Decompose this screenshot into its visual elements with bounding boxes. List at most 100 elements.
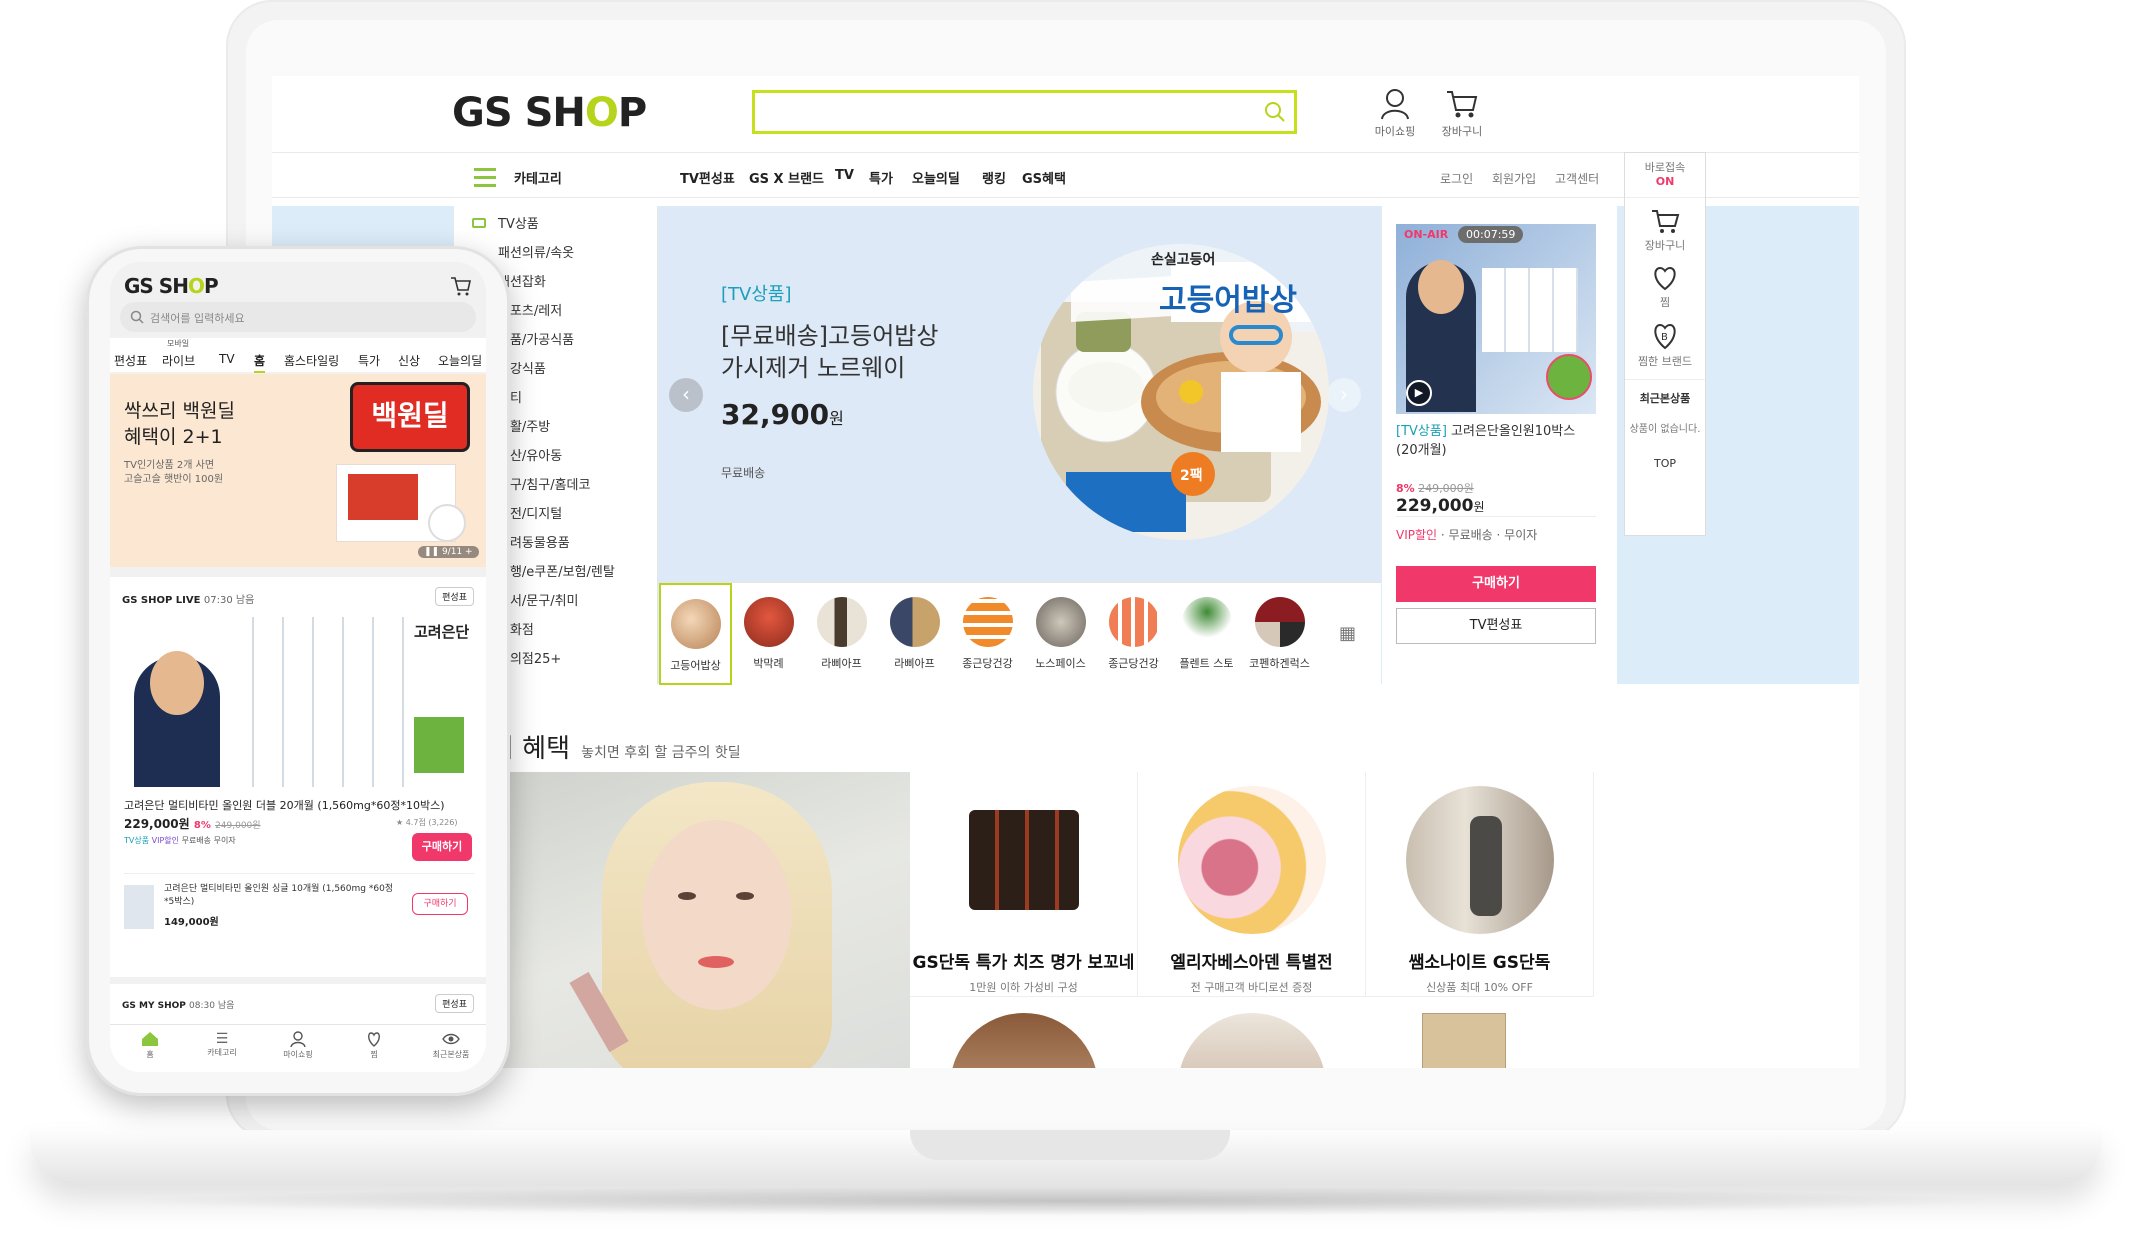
nav-item-gsx[interactable]: GS X 브랜드: [749, 168, 824, 187]
grid-view-icon[interactable]: ▦: [1339, 623, 1356, 644]
product-badges: TV상품 VIP할인 무료배송 무이자: [124, 836, 236, 845]
cart-icon: [1652, 210, 1680, 233]
mobile-live-card: GS SHOP LIVE 07:30 남음 편성표 고려은단 고려은단 멀티비타…: [110, 577, 486, 977]
desktop-screen: GS SHOP 마이쇼핑 장바구니 카테고리 TV편성표 GS X 브랜드 TV…: [272, 76, 1859, 1068]
chevron-right-icon[interactable]: ›: [1327, 378, 1361, 412]
live-product-price: 229,000원 8% 249,000원: [124, 817, 261, 831]
mobile-tab[interactable]: TV: [219, 352, 235, 366]
eye-icon: [442, 1033, 460, 1045]
deal-tile[interactable]: 쌤소나이트 GS단독 신상품 최대 10% OFF: [1366, 772, 1594, 997]
heart-icon: [1654, 266, 1676, 291]
deal-tile[interactable]: GS단독 특가 치즈 명가 보꼬네 1만원 이하 가성비 구성: [910, 772, 1138, 997]
nav-item-tv[interactable]: TV: [835, 168, 854, 183]
nav-item-benefit[interactable]: GS혜택: [1022, 168, 1066, 187]
gs-shop-logo[interactable]: GS SHOP: [452, 90, 647, 136]
menu-icon[interactable]: [474, 168, 496, 187]
category-button[interactable]: 카테고리: [514, 168, 562, 187]
sub-product-thumb[interactable]: [124, 885, 154, 929]
cart-button[interactable]: 장바구니: [1427, 88, 1497, 139]
tv-icon: [472, 218, 486, 228]
mobile-tab-sup: 모바일: [167, 339, 190, 348]
mobile-logo[interactable]: GS SHOP: [124, 274, 219, 298]
nav-item-todaydeal[interactable]: 오늘의딜: [912, 168, 960, 187]
chevron-left-icon[interactable]: ‹: [669, 378, 703, 412]
live-video[interactable]: ▶: [1396, 224, 1596, 414]
search-input[interactable]: [752, 90, 1297, 134]
schedule-button[interactable]: 편성표: [435, 587, 474, 606]
banner-sub-2: 고슬고슬 햇반이 100원: [124, 474, 224, 485]
live-brand: GS SHOP LIVE 07:30 남음: [122, 595, 255, 606]
mobile-promo-banner[interactable]: 싹쓰리 백원딜 혜택이 2+1 TV인기상품 2개 사면 고슬고슬 햇반이 10…: [110, 374, 486, 567]
buy-button[interactable]: 구매하기: [1396, 566, 1596, 602]
home-icon: [142, 1032, 158, 1046]
heart-icon: [368, 1032, 380, 1047]
mobile-tab[interactable]: 편성표: [114, 352, 147, 369]
thumbnail-item[interactable]: 라삐아프: [805, 583, 878, 685]
mobile-tab[interactable]: 오늘의딜: [438, 352, 482, 369]
mobile-buy-button[interactable]: 구매하기: [412, 833, 472, 861]
mobile-tab[interactable]: 홈스타일링: [284, 352, 339, 369]
thumbnail-item[interactable]: 종근당건강: [1097, 583, 1170, 685]
sub-product-title[interactable]: 고려은단 멀티비타민 올인원 싱글 10개월 (1,560mg *60정*5박스…: [164, 883, 394, 909]
banner-pager[interactable]: ❚❚ 9/11 +: [418, 546, 479, 558]
quick-cart[interactable]: 장바구니: [1625, 208, 1705, 253]
myshop-brand: GS MY SHOP 08:30 남음: [122, 1001, 235, 1011]
hero-banner[interactable]: [TV상품] [무료배송]고등어밥상 가시제거 노르웨이 32,900원 무료배…: [659, 206, 1381, 582]
mypage-button[interactable]: 마이쇼핑: [1360, 88, 1430, 139]
laptop-shadow: [120, 1186, 2010, 1216]
mobile-tab-active[interactable]: 홈: [254, 352, 266, 373]
hero-shipping: 무료배송: [721, 466, 766, 480]
live-product-brand: 고려은단: [414, 623, 470, 641]
bottom-nav-wish[interactable]: 찜: [354, 1031, 394, 1060]
live-price-orig: 8% 249,000원: [1396, 482, 1474, 495]
deal-tile-title: GS단독 특가 치즈 명가 보꼬네: [912, 953, 1135, 973]
schedule-button[interactable]: 편성표: [435, 994, 474, 1013]
mobile-search-input[interactable]: 검색어를 입력하세요: [120, 302, 476, 332]
recent-empty: 상품이 없습니다.: [1629, 424, 1701, 435]
support-link[interactable]: 고객센터: [1555, 170, 1599, 187]
thumbnail-item[interactable]: 플렌트 스토: [1170, 583, 1243, 685]
mobile-tab[interactable]: 특가: [358, 352, 380, 369]
live-product-image[interactable]: 고려은단: [124, 617, 474, 787]
bottom-nav-mypage[interactable]: 마이쇼핑: [278, 1031, 318, 1060]
live-product-title[interactable]: 고려은단 멀티비타민 올인원 더블 20개월 (1,560mg*60정*10박스…: [124, 797, 474, 813]
thumbnail-item[interactable]: 라삐아프: [878, 583, 951, 685]
hero-product-image: 고등어밥상 손실고등어 2팩: [1033, 244, 1329, 540]
signup-link[interactable]: 회원가입: [1492, 170, 1536, 187]
hero-badge: 2팩: [1180, 467, 1203, 484]
bottom-nav-recent[interactable]: 최근본상품: [426, 1031, 476, 1060]
deal-tile[interactable]: 엘리자베스아덴 특별전 전 구매고객 바디로션 증정: [1138, 772, 1366, 997]
mobile-tab[interactable]: 신상: [398, 352, 420, 369]
promo-banner-image[interactable]: [490, 772, 910, 1068]
mobile-tab[interactable]: 라이브: [162, 352, 195, 369]
cart-label: 장바구니: [1441, 125, 1483, 138]
thumbnail-item[interactable]: 박막례: [732, 583, 805, 685]
search-icon[interactable]: [1264, 101, 1286, 123]
hero-title-2: 가시제거 노르웨이: [721, 354, 906, 382]
login-link[interactable]: 로그인: [1440, 170, 1473, 187]
live-price: 229,000원: [1396, 496, 1485, 516]
mobile-screen: GS SHOP 검색어를 입력하세요 편성표 모바일 라이브 TV 홈 홈스타일…: [110, 262, 486, 1072]
play-icon[interactable]: ▶: [1406, 380, 1432, 406]
hero-thumbnail-strip: 고등어밥상 박막례 라삐아프 라삐아프 종근당건강 노스페이스 종근당건강 플렌…: [659, 582, 1381, 685]
direct-access[interactable]: 바로접속 ON: [1625, 161, 1705, 189]
thumbnail-item[interactable]: 고등어밥상: [659, 583, 732, 685]
hero-price: 32,900원: [721, 398, 844, 431]
user-icon: [290, 1031, 306, 1048]
nav-item-schedule[interactable]: TV편성표: [680, 168, 735, 187]
thumbnail-item[interactable]: 종근당건강: [951, 583, 1024, 685]
quick-wish[interactable]: 찜: [1625, 265, 1705, 310]
live-title[interactable]: [TV상품] 고려은단올인원10박스(20개월): [1396, 422, 1596, 460]
tv-schedule-button[interactable]: TV편성표: [1396, 608, 1596, 644]
thumbnail-item[interactable]: 코펜하겐럭스: [1243, 583, 1316, 685]
sub-buy-button[interactable]: 구매하기: [412, 893, 468, 915]
thumbnail-item[interactable]: 노스페이스: [1024, 583, 1097, 685]
mobile-cart-icon[interactable]: [450, 276, 472, 296]
top-button[interactable]: TOP: [1625, 457, 1705, 470]
bottom-nav-category[interactable]: ☰ 카테고리: [202, 1031, 242, 1058]
menu-icon: ☰: [215, 1031, 229, 1047]
nav-item-ranking[interactable]: 랭킹: [982, 168, 1006, 187]
quick-brand[interactable]: B 찜한 브랜드: [1625, 322, 1705, 369]
bottom-nav-home[interactable]: 홈: [130, 1031, 170, 1060]
nav-item-special[interactable]: 특가: [869, 168, 893, 187]
